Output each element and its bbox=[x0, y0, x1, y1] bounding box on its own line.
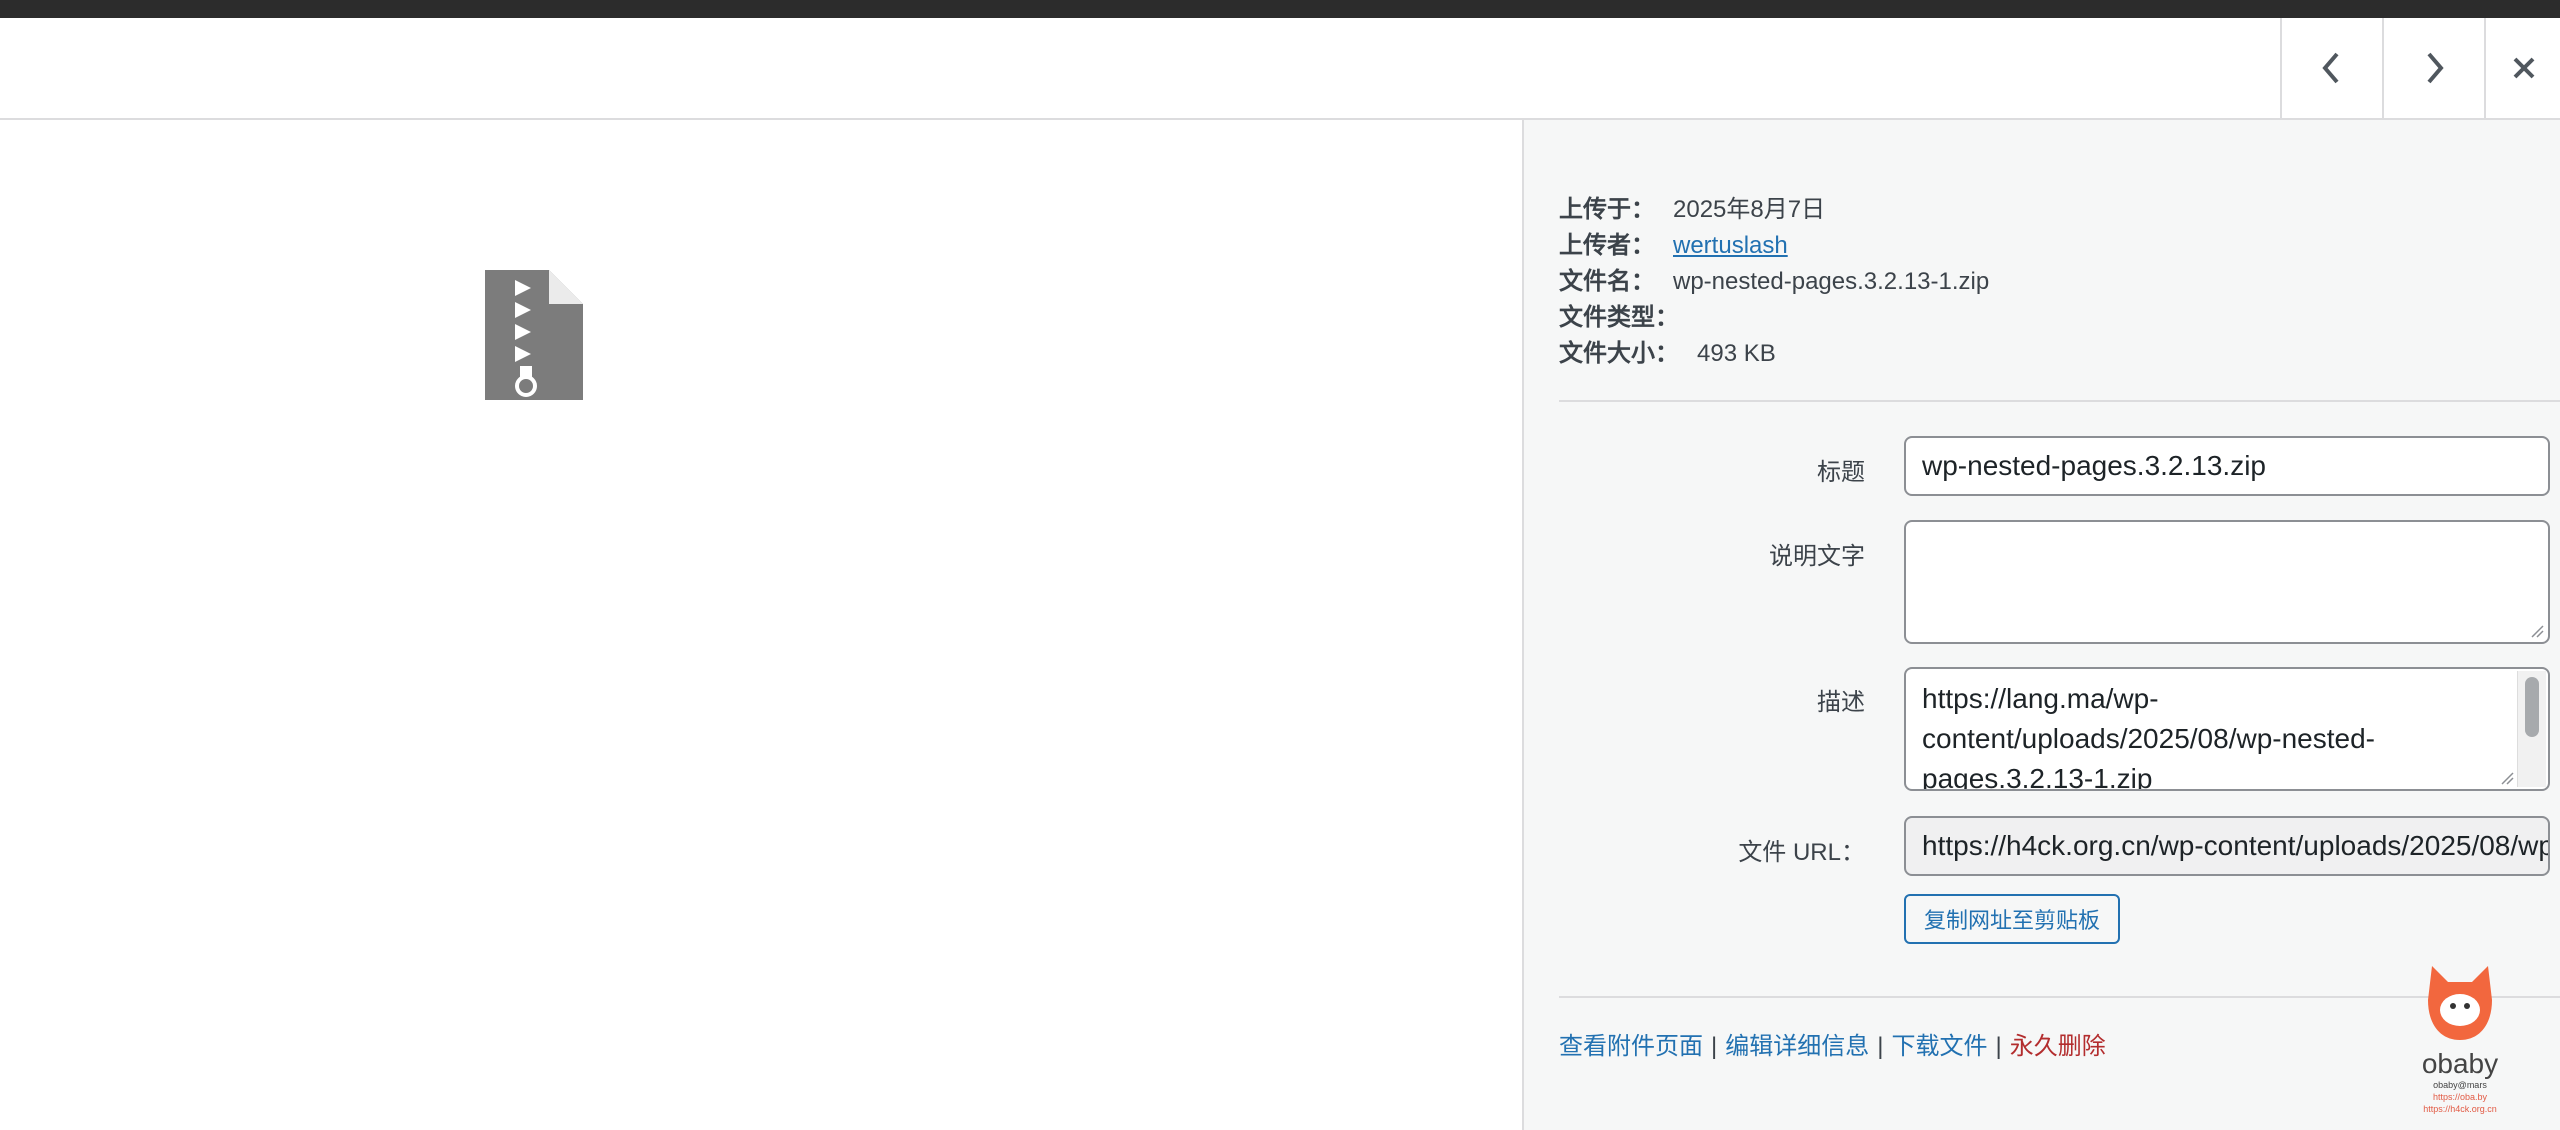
scrollbar-thumb[interactable] bbox=[2525, 677, 2539, 737]
close-icon bbox=[2513, 57, 2535, 79]
edit-details-link[interactable]: 编辑详细信息 bbox=[1725, 1033, 1869, 1060]
description-scrollbar[interactable] bbox=[2517, 671, 2546, 787]
meta-filesize: 文件大小： 493 KB bbox=[1559, 336, 1989, 372]
file-url-label: 文件 URL： bbox=[1738, 839, 1865, 866]
download-file-link[interactable]: 下载文件 bbox=[1891, 1033, 1987, 1060]
watermark-brand: obaby bbox=[2421, 1048, 2499, 1079]
description-text: https://lang.ma/wp-content/uploads/2025/… bbox=[1922, 683, 2375, 791]
meta-uploaded-on: 上传于： 2025年8月7日 bbox=[1559, 192, 1989, 228]
filetype-label: 文件类型： bbox=[1559, 304, 1679, 331]
caption-label: 说明文字 bbox=[1769, 543, 1865, 570]
watermark: obaby obaby@mars https://oba.by https://… bbox=[2410, 960, 2510, 1125]
filesize-label: 文件大小： bbox=[1559, 340, 1679, 367]
filesize-value: 493 KB bbox=[1697, 340, 1776, 367]
uploaded-on-label: 上传于： bbox=[1559, 196, 1655, 223]
meta-filetype: 文件类型： bbox=[1559, 300, 1989, 336]
view-attachment-page-link[interactable]: 查看附件页面 bbox=[1559, 1033, 1703, 1060]
attachment-preview bbox=[0, 120, 1522, 1130]
resize-handle-icon[interactable] bbox=[2530, 624, 2544, 638]
previous-button[interactable] bbox=[2280, 18, 2382, 118]
title-label: 标题 bbox=[1817, 459, 1865, 486]
chevron-left-icon bbox=[2322, 52, 2339, 84]
caption-text bbox=[1906, 522, 2548, 532]
file-meta: 上传于： 2025年8月7日 上传者： wertuslash 文件名： wp-nest… bbox=[1559, 192, 1989, 372]
close-button[interactable] bbox=[2484, 18, 2560, 118]
zip-archive-icon bbox=[485, 270, 583, 400]
watermark-url: https://h4ck.org.cn bbox=[2423, 1104, 2497, 1114]
watermark-url: https://oba.by bbox=[2432, 1092, 2488, 1102]
separator: | bbox=[1711, 1033, 1718, 1060]
file-url-input[interactable]: https://h4ck.org.cn/wp-content/uploads/2… bbox=[1904, 816, 2550, 876]
separator: | bbox=[1877, 1033, 1884, 1060]
chevron-right-icon bbox=[2427, 52, 2444, 84]
title-input[interactable] bbox=[1904, 436, 2550, 496]
uploaded-on-value: 2025年8月7日 bbox=[1673, 196, 1826, 223]
delete-permanently-link[interactable]: 永久删除 bbox=[2010, 1033, 2106, 1060]
uploader-link[interactable]: wertuslash bbox=[1673, 232, 1788, 259]
modal-header bbox=[0, 18, 2560, 120]
attachment-details-sidebar: 上传于： 2025年8月7日 上传者： wertuslash 文件名： wp-nest… bbox=[1522, 120, 2560, 1130]
copy-url-button[interactable]: 复制网址至剪贴板 bbox=[1904, 894, 2121, 944]
meta-uploaded-by: 上传者： wertuslash bbox=[1559, 228, 1989, 264]
description-textarea[interactable]: https://lang.ma/wp-content/uploads/2025/… bbox=[1904, 667, 2550, 791]
filename-label: 文件名： bbox=[1559, 268, 1655, 295]
watermark-sub: obaby@mars bbox=[2433, 1080, 2487, 1090]
next-button[interactable] bbox=[2382, 18, 2484, 118]
description-label: 描述 bbox=[1817, 689, 1865, 716]
uploaded-by-label: 上传者： bbox=[1559, 232, 1655, 259]
cat-mascot-icon bbox=[2428, 966, 2492, 1040]
attachment-actions: 查看附件页面 | 编辑详细信息 | 下载文件 | 永久删除 bbox=[1559, 1026, 2106, 1061]
top-strip bbox=[0, 0, 2560, 18]
meta-filename: 文件名： wp-nested-pages.3.2.13-1.zip bbox=[1559, 264, 1989, 300]
filename-value: wp-nested-pages.3.2.13-1.zip bbox=[1673, 268, 1990, 295]
caption-textarea[interactable] bbox=[1904, 520, 2550, 644]
divider bbox=[1559, 400, 2560, 402]
separator: | bbox=[1995, 1033, 2002, 1060]
resize-handle-icon[interactable] bbox=[2500, 771, 2514, 785]
